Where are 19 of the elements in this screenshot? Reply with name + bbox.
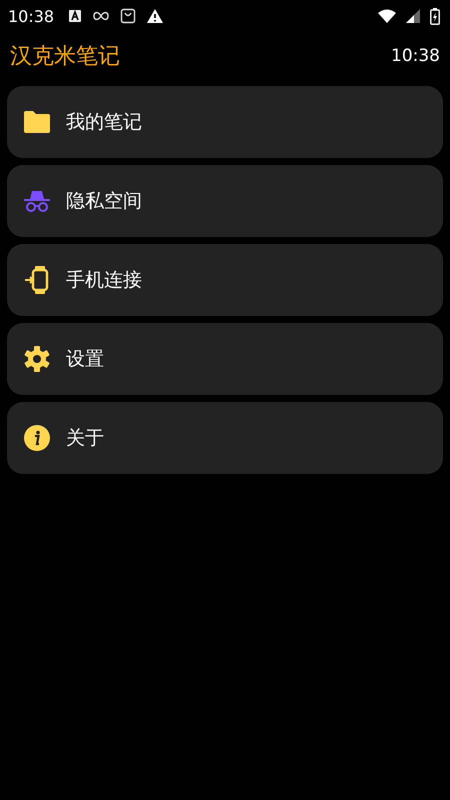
infinity-icon bbox=[92, 10, 110, 22]
clock: 10:38 bbox=[391, 46, 440, 66]
status-time: 10:38 bbox=[8, 6, 54, 26]
settings-icon bbox=[22, 346, 52, 372]
warning-icon bbox=[146, 8, 164, 24]
menu-item[interactable]: 我的笔记 bbox=[7, 86, 443, 158]
app-title: 汉克米笔记 bbox=[10, 42, 120, 70]
signal-icon bbox=[406, 9, 420, 23]
notification-icon bbox=[68, 9, 82, 23]
folder-icon bbox=[22, 110, 52, 134]
menu-item[interactable]: 设置 bbox=[7, 323, 443, 395]
battery-icon bbox=[430, 8, 440, 24]
bag-icon bbox=[120, 8, 136, 24]
info-icon bbox=[22, 425, 52, 451]
incognito-icon bbox=[22, 189, 52, 213]
menu-item[interactable]: 关于 bbox=[7, 402, 443, 474]
menu-item[interactable]: 手机连接 bbox=[7, 244, 443, 316]
menu-item[interactable]: 隐私空间 bbox=[7, 165, 443, 237]
wifi-icon bbox=[378, 9, 396, 23]
